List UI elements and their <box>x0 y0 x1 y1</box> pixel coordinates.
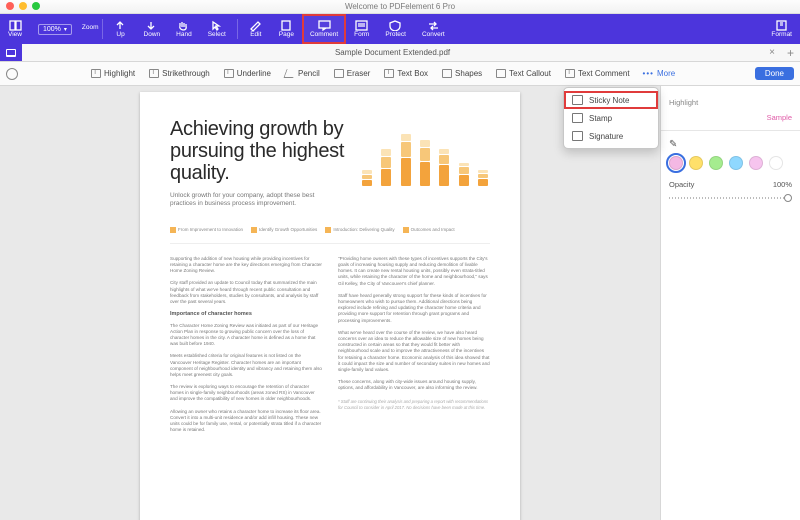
home-icon <box>6 49 16 57</box>
done-button[interactable]: Done <box>755 67 794 80</box>
edit-tool[interactable]: Edit <box>241 14 271 44</box>
color-swatch[interactable] <box>769 156 783 170</box>
window-title: Welcome to PDFelement 6 Pro <box>0 0 800 14</box>
comment-tool[interactable]: Comment <box>302 14 346 44</box>
doc-headline: Achieving growth by pursuing the highest… <box>170 118 356 184</box>
signature-icon <box>572 131 583 141</box>
document-tabstrip: Sample Document Extended.pdf × + <box>0 44 800 62</box>
format-sidepanel: Highlight Sample ✎ Opacity 100% <box>660 86 800 520</box>
document-canvas[interactable]: Achieving growth by pursuing the highest… <box>0 86 660 520</box>
select-tool[interactable]: Select <box>200 14 234 44</box>
down-tool[interactable]: Down <box>136 14 169 44</box>
page-icon <box>280 20 293 31</box>
comment-icon <box>318 20 331 31</box>
eraser-tool[interactable]: Eraser <box>327 62 378 85</box>
new-tab-button[interactable]: + <box>781 46 800 60</box>
view-icon <box>9 20 22 31</box>
doc-section-chips: From Improvement to Innovation Identify G… <box>170 227 490 233</box>
stamp-icon <box>572 113 583 123</box>
color-swatch[interactable] <box>749 156 763 170</box>
doc-chip: Identify Growth Opportunities <box>251 227 317 233</box>
document-page: Achieving growth by pursuing the highest… <box>140 92 520 520</box>
textbox-icon <box>384 69 394 78</box>
form-icon <box>355 20 368 31</box>
hand-tool[interactable]: Hand <box>168 14 200 44</box>
active-tab-title[interactable]: Sample Document Extended.pdf <box>335 48 450 57</box>
slider-thumb[interactable] <box>784 194 792 202</box>
doc-chip: Outcomes and Impact <box>403 227 455 233</box>
more-tools-button[interactable]: •••More <box>637 69 682 78</box>
convert-tool[interactable]: Convert <box>414 14 453 44</box>
stamp-menuitem[interactable]: Stamp <box>564 109 658 127</box>
pencil-tool[interactable]: Pencil <box>278 62 327 85</box>
doc-chip: From Improvement to Innovation <box>170 227 243 233</box>
hand-icon <box>177 20 190 31</box>
sticky-note-icon <box>572 95 583 105</box>
sticky-note-menuitem[interactable]: Sticky Note <box>564 91 658 109</box>
format-tool[interactable]: Format <box>763 14 800 44</box>
highlight-icon <box>91 69 101 78</box>
textbox-tool[interactable]: Text Box <box>377 62 435 85</box>
window-controls[interactable] <box>6 2 40 10</box>
content-area: Achieving growth by pursuing the highest… <box>0 86 800 520</box>
edit-icon <box>249 20 262 31</box>
doc-column-left: Supporting the addition of new housing w… <box>170 256 322 440</box>
color-swatch[interactable] <box>689 156 703 170</box>
callout-icon <box>496 69 506 78</box>
textcomment-icon <box>565 69 575 78</box>
format-icon <box>775 20 788 31</box>
highlight-tool[interactable]: Highlight <box>84 62 142 85</box>
signature-menuitem[interactable]: Signature <box>564 127 658 145</box>
strikethrough-tool[interactable]: Strikethrough <box>142 62 217 85</box>
arrow-up-icon <box>114 20 127 31</box>
eraser-icon <box>334 69 344 78</box>
cursor-icon <box>210 20 223 31</box>
pen-style-icon[interactable]: ✎ <box>669 139 677 150</box>
opacity-label: Opacity <box>669 180 694 189</box>
color-swatches <box>669 156 792 170</box>
page-tool[interactable]: Page <box>271 14 302 44</box>
zoom-value-select[interactable]: 100%▾ <box>38 24 72 35</box>
strike-icon <box>149 69 159 78</box>
fullscreen-window-icon[interactable] <box>32 2 40 10</box>
doc-chip: Introduction: Delivering Quality <box>325 227 394 233</box>
underline-icon <box>224 69 234 78</box>
callout-tool[interactable]: Text Callout <box>489 62 558 85</box>
minimize-window-icon[interactable] <box>19 2 27 10</box>
underline-tool[interactable]: Underline <box>217 62 278 85</box>
textcomment-tool[interactable]: Text Comment <box>558 62 637 85</box>
pencil-icon <box>283 69 296 78</box>
protect-tool[interactable]: Protect <box>377 14 414 44</box>
settings-gear-icon[interactable] <box>6 68 18 80</box>
up-tool[interactable]: Up <box>106 14 136 44</box>
window-titlebar: Welcome to PDFelement 6 Pro <box>0 0 800 14</box>
close-tab-button[interactable]: × <box>763 47 781 58</box>
zoom-tool[interactable]: 100%▾ <box>30 14 82 44</box>
close-window-icon[interactable] <box>6 2 14 10</box>
shapes-icon <box>442 69 452 78</box>
view-tool[interactable]: View <box>0 14 30 44</box>
arrow-down-icon <box>145 20 158 31</box>
opacity-slider[interactable] <box>669 194 792 202</box>
color-swatch[interactable] <box>729 156 743 170</box>
side-sample-text: Sample <box>767 113 792 122</box>
form-tool[interactable]: Form <box>346 14 377 44</box>
doc-subhead: Unlock growth for your company, adopt th… <box>170 192 336 209</box>
opacity-value: 100% <box>773 180 792 189</box>
color-swatch[interactable] <box>669 156 683 170</box>
more-tools-dropdown: Sticky Note Stamp Signature <box>563 87 659 149</box>
main-toolbar: View 100%▾ Zoom Up Down Hand Select Edit… <box>0 14 800 44</box>
shapes-tool[interactable]: Shapes <box>435 62 489 85</box>
doc-chart <box>360 122 490 192</box>
annotation-toolbar: Highlight Strikethrough Underline Pencil… <box>0 62 800 86</box>
home-button[interactable] <box>0 44 22 61</box>
side-mode-label: Highlight <box>669 98 698 107</box>
shield-icon <box>389 20 402 31</box>
doc-column-right: "Providing home owners with these types … <box>338 256 490 440</box>
color-swatch[interactable] <box>709 156 723 170</box>
convert-icon <box>427 20 440 31</box>
